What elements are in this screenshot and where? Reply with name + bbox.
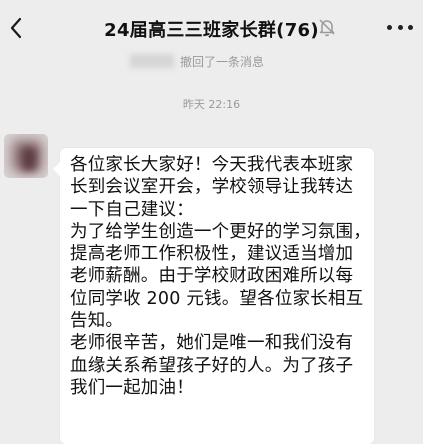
more-button[interactable] bbox=[387, 22, 413, 32]
recall-notice-text: 撤回了一条消息 bbox=[180, 54, 265, 69]
chat-title: 24届高三三班家长群(76) bbox=[104, 20, 319, 41]
bell-muted-icon bbox=[314, 14, 340, 40]
avatar-image-part bbox=[22, 148, 36, 170]
recall-notice: 撤回了一条消息 bbox=[130, 50, 264, 72]
message-text: 各位家长大家好！今天我代表本班家 长到会议室开会，学校领导让我转达 一下自己建议… bbox=[70, 155, 371, 398]
more-dot bbox=[408, 24, 413, 30]
message-timestamp: 昨天 22:16 bbox=[182, 98, 241, 111]
more-dot bbox=[387, 24, 392, 30]
message-bubble[interactable]: 各位家长大家好！今天我代表本班家 长到会议室开会，学校领导让我转达 一下自己建议… bbox=[53, 148, 374, 444]
blurred-sender-name bbox=[130, 54, 174, 68]
chat-header: 24届高三三班家长群(76) bbox=[0, 0, 423, 56]
more-dot bbox=[397, 24, 403, 30]
sender-avatar[interactable] bbox=[4, 134, 48, 178]
